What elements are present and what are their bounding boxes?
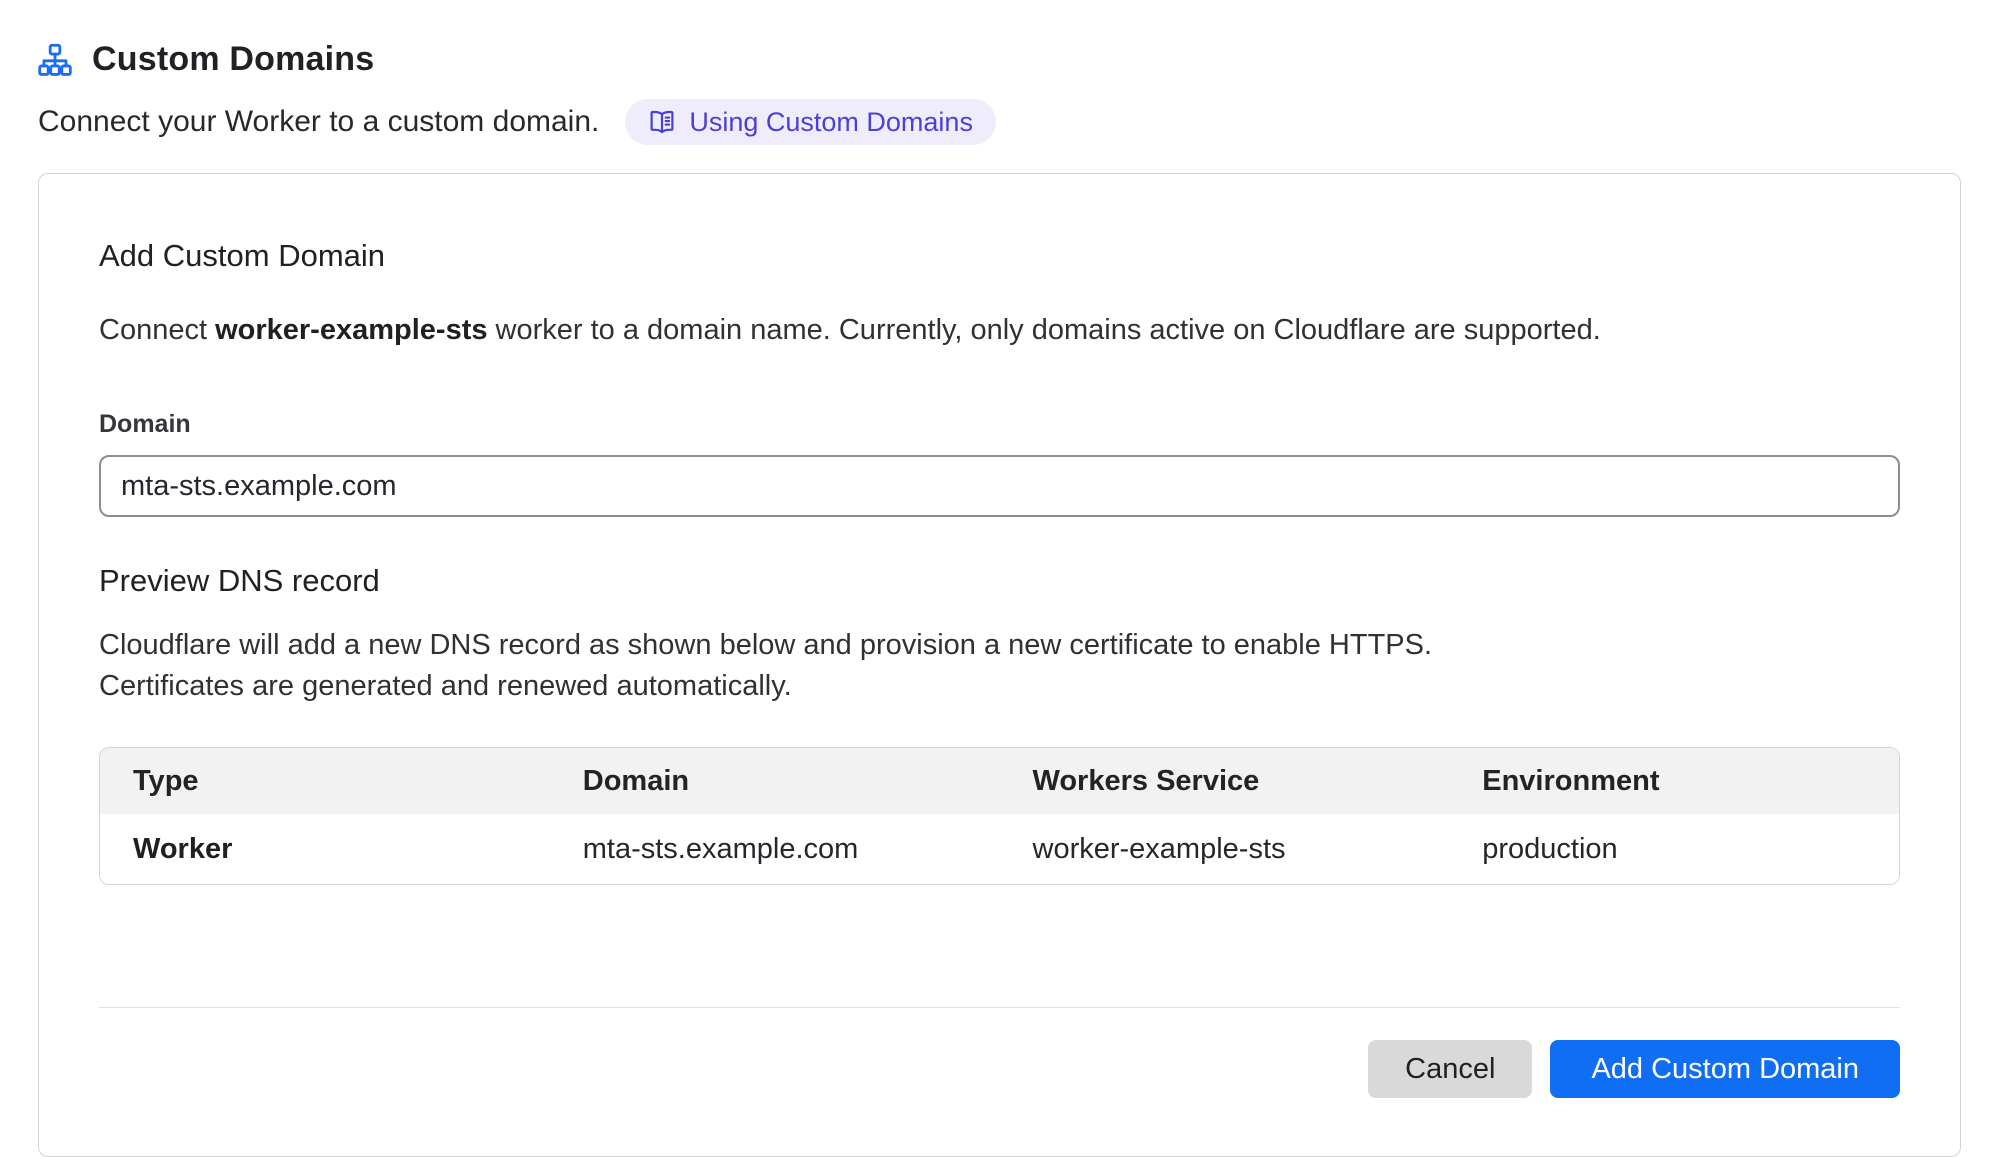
cell-domain: mta-sts.example.com [550, 814, 1000, 884]
open-book-icon [648, 108, 676, 136]
preview-dns-heading: Preview DNS record [99, 563, 1900, 599]
domain-label: Domain [99, 410, 1900, 439]
card-footer: Cancel Add Custom Domain [99, 1040, 1900, 1098]
subtitle-row: Connect your Worker to a custom domain. … [38, 99, 1961, 145]
page-title: Custom Domains [92, 40, 374, 79]
dns-description: Cloudflare will add a new DNS record as … [99, 625, 1559, 707]
intro-suffix: worker to a domain name. Currently, only… [487, 314, 1600, 346]
worker-name: worker-example-sts [215, 314, 487, 346]
dns-preview-table: Type Domain Workers Service Environment … [99, 747, 1900, 885]
custom-domains-page: Custom Domains Connect your Worker to a … [0, 0, 1999, 1157]
add-custom-domain-button[interactable]: Add Custom Domain [1550, 1040, 1900, 1098]
table-header-row: Type Domain Workers Service Environment [100, 748, 1899, 814]
docs-link-badge[interactable]: Using Custom Domains [625, 99, 996, 145]
column-header-type: Type [100, 748, 550, 814]
cell-workers-service: worker-example-sts [1000, 814, 1450, 884]
sitemap-icon [38, 43, 72, 77]
add-custom-domain-card: Add Custom Domain Connect worker-example… [38, 173, 1961, 1157]
intro-text: Connect worker-example-sts worker to a d… [99, 310, 1900, 350]
docs-link-label: Using Custom Domains [689, 107, 973, 138]
cell-environment: production [1449, 814, 1899, 884]
column-header-environment: Environment [1449, 748, 1899, 814]
page-header: Custom Domains [38, 40, 1961, 79]
domain-input[interactable] [99, 455, 1900, 517]
table-row: Worker mta-sts.example.com worker-exampl… [100, 814, 1899, 884]
card-heading: Add Custom Domain [99, 238, 1900, 274]
footer-divider [99, 1007, 1900, 1008]
cancel-button[interactable]: Cancel [1368, 1040, 1532, 1098]
page-subtitle: Connect your Worker to a custom domain. [38, 105, 599, 139]
column-header-domain: Domain [550, 748, 1000, 814]
intro-prefix: Connect [99, 314, 215, 346]
column-header-workers-service: Workers Service [1000, 748, 1450, 814]
cell-type: Worker [100, 814, 550, 884]
